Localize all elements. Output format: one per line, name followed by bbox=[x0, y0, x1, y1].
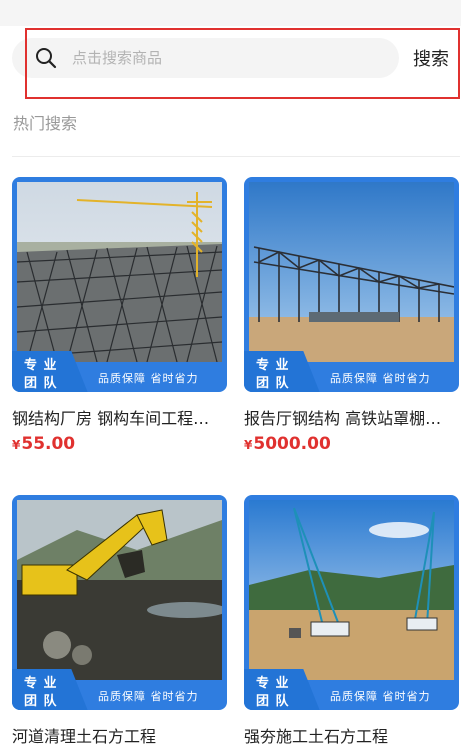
search-button[interactable]: 搜索 bbox=[413, 44, 459, 72]
excavator-river-cleaning-photo bbox=[17, 500, 222, 680]
product-card[interactable]: 专 业 团 队 品质保障 省时省力 报告厅钢结构 高铁站罩棚… ¥5000.00 bbox=[244, 177, 461, 454]
product-image[interactable]: 专 业 团 队 品质保障 省时省力 bbox=[12, 495, 227, 710]
hot-search-title: 热门搜索 bbox=[13, 114, 78, 133]
search-bar[interactable] bbox=[12, 38, 399, 78]
product-title[interactable]: 钢结构厂房 钢构车间工程… bbox=[12, 405, 229, 429]
search-icon bbox=[36, 48, 57, 69]
product-slogan: 品质保障 省时省力 bbox=[330, 372, 431, 385]
product-price: ¥5000.00 bbox=[244, 434, 331, 454]
product-title[interactable]: 强夯施工土石方工程 bbox=[244, 723, 461, 747]
product-slogan: 品质保障 省时省力 bbox=[330, 690, 431, 703]
badge-label: 团 队 bbox=[256, 376, 290, 391]
search-input[interactable] bbox=[72, 46, 372, 70]
badge-label: 专 业 bbox=[24, 676, 58, 691]
product-title[interactable]: 报告厅钢结构 高铁站罩棚… bbox=[244, 405, 461, 429]
badge-label: 团 队 bbox=[24, 694, 58, 709]
product-card[interactable]: 专 业 团 队 品质保障 省时省力 钢结构厂房 钢构车间工程… ¥55.00 bbox=[12, 177, 229, 454]
badge-label: 团 队 bbox=[24, 376, 58, 391]
badge-label: 专 业 bbox=[256, 676, 290, 691]
steel-space-frame-roof-photo bbox=[17, 182, 222, 362]
product-card[interactable]: 专 业 团 队 品质保障 省时省力 河道清理土石方工程 bbox=[12, 495, 229, 747]
product-image[interactable]: 专 业 团 队 品质保障 省时省力 bbox=[244, 177, 459, 392]
divider bbox=[12, 156, 460, 157]
product-title[interactable]: 河道清理土石方工程 bbox=[12, 723, 229, 747]
badge-label: 专 业 bbox=[256, 358, 290, 373]
product-image[interactable]: 专 业 团 队 品质保障 省时省力 bbox=[244, 495, 459, 710]
badge-label: 团 队 bbox=[256, 694, 290, 709]
product-slogan: 品质保障 省时省力 bbox=[98, 690, 199, 703]
product-card[interactable]: 专 业 团 队 品质保障 省时省力 强夯施工土石方工程 bbox=[244, 495, 461, 747]
product-slogan: 品质保障 省时省力 bbox=[98, 372, 199, 385]
steel-hall-frame-photo bbox=[249, 182, 454, 362]
product-price: ¥55.00 bbox=[12, 434, 76, 454]
product-image[interactable]: 专 业 团 队 品质保障 省时省力 bbox=[12, 177, 227, 392]
badge-label: 专 业 bbox=[24, 358, 58, 373]
status-bar bbox=[0, 0, 461, 26]
dynamic-compaction-cranes-photo bbox=[249, 500, 454, 680]
